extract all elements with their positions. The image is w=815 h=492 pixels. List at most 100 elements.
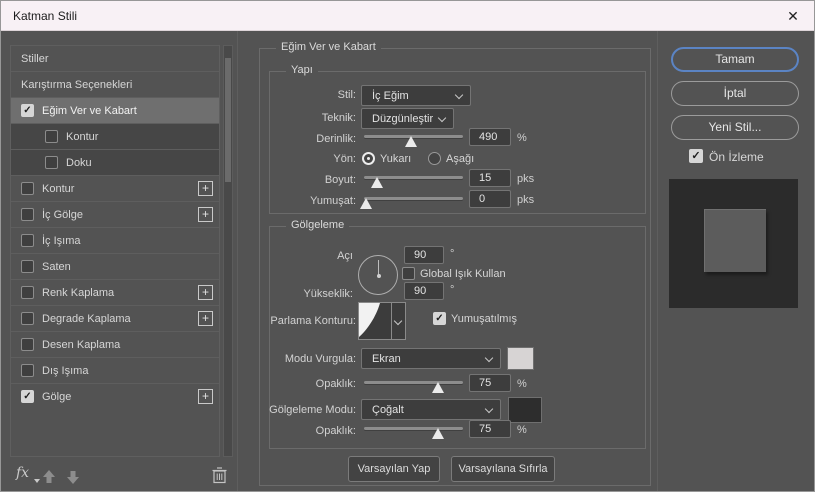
new-style-button[interactable]: Yeni Stil... [671,115,799,140]
global-light-checkbox[interactable] [402,267,415,280]
technique-label: Teknik: [256,112,356,124]
depth-label: Derinlik: [256,133,356,145]
highlight-opacity-field[interactable]: 75 [469,374,511,392]
groupbox-title: Gölgeleme [286,219,349,231]
close-icon[interactable]: ✕ [781,5,805,27]
highlight-opacity-slider[interactable] [364,377,463,395]
add-instance-button[interactable]: + [198,181,213,196]
style-list-item[interactable]: ✓ Gölge + [11,383,219,409]
style-enable-checkbox[interactable] [45,156,58,169]
style-list-item-label: Renk Kaplama [42,287,114,299]
angle-unit: ° [450,248,454,260]
depth-unit: % [517,132,527,144]
delete-style-icon[interactable] [211,466,228,484]
divider [237,31,238,491]
style-enable-checkbox[interactable] [45,130,58,143]
highlight-mode-label: Modu Vurgula: [256,353,356,365]
add-instance-button[interactable]: + [198,285,213,300]
style-preview-thumbnail [669,179,798,308]
dialog-title: Katman Stili [13,9,77,23]
size-slider[interactable] [364,172,463,190]
direction-down-radio[interactable] [428,152,441,165]
direction-up-radio[interactable] [362,152,375,165]
style-dropdown[interactable]: İç Eğim [361,85,471,106]
depth-slider[interactable] [364,131,463,149]
soften-value-field[interactable]: 0 [469,190,511,208]
style-enable-checkbox[interactable] [21,338,34,351]
size-value-field[interactable]: 15 [469,169,511,187]
style-enable-checkbox[interactable] [21,260,34,273]
style-list-item[interactable]: Kontur + [11,175,219,201]
style-list-item[interactable]: İç Işıma [11,227,219,253]
style-list-item[interactable]: İç Gölge + [11,201,219,227]
sidebar-scrollbar[interactable] [223,45,233,457]
add-instance-button[interactable]: + [198,207,213,222]
reset-default-button[interactable]: Varsayılana Sıfırla [451,456,555,482]
ok-button[interactable]: Tamam [671,47,799,72]
shadow-mode-label: Gölgeleme Modu: [256,404,356,416]
style-enable-checkbox[interactable] [21,182,34,195]
move-down-icon[interactable] [65,469,81,485]
scrollbar-thumb[interactable] [225,58,231,182]
slider-thumb[interactable] [360,198,372,209]
cancel-button[interactable]: İptal [671,81,799,106]
style-list-item-label: Eğim Ver ve Kabart [42,105,137,117]
style-list-item[interactable]: Degrade Kaplama + [11,305,219,331]
highlight-mode-dropdown[interactable]: Ekran [361,348,501,369]
titlebar[interactable]: Katman Stili [1,1,814,31]
shadow-mode-dropdown[interactable]: Çoğalt [361,399,501,420]
slider-thumb[interactable] [371,177,383,188]
shadow-opacity-slider[interactable] [364,423,463,441]
highlight-mode-value: Ekran [372,353,401,365]
depth-value-field[interactable]: 490 [469,128,511,146]
gloss-contour-picker[interactable] [358,302,406,340]
style-enable-checkbox[interactable] [21,208,34,221]
add-instance-button[interactable]: + [198,311,213,326]
chevron-down-icon [485,354,493,362]
style-list-item[interactable]: Doku [11,149,219,175]
style-list-item[interactable]: Desen Kaplama [11,331,219,357]
angle-label: Açı [253,250,353,262]
technique-dropdown[interactable]: Düzgünleştir [361,108,454,129]
soften-slider[interactable] [364,193,463,211]
angle-value-field[interactable]: 90 [404,246,444,264]
style-list-item-label: İç Gölge [42,209,83,221]
style-list-item[interactable]: Kontur [11,123,219,149]
style-enable-checkbox[interactable]: ✓ [21,104,34,117]
style-list-item[interactable]: Renk Kaplama + [11,279,219,305]
gloss-contour-label: Parlama Konturu: [256,315,356,327]
fx-caret-icon [34,479,40,483]
style-enable-checkbox[interactable] [21,312,34,325]
style-list-item[interactable]: Stiller [11,45,219,71]
slider-thumb[interactable] [432,382,444,393]
fx-menu-button[interactable]: fx [16,465,29,481]
antialiased-checkbox[interactable]: ✓ [433,312,446,325]
style-list-item[interactable]: Saten [11,253,219,279]
style-enable-checkbox[interactable] [21,286,34,299]
style-list-item[interactable]: Dış Işıma [11,357,219,383]
add-instance-button[interactable]: + [198,389,213,404]
altitude-value-field[interactable]: 90 [404,282,444,300]
style-enable-checkbox[interactable]: ✓ [21,390,34,403]
shadow-opacity-unit: % [517,424,527,436]
chevron-down-icon [438,114,446,122]
direction-down-label: Aşağı [446,153,474,165]
slider-thumb[interactable] [405,136,417,147]
shadow-opacity-field[interactable]: 75 [469,420,511,438]
style-list-item[interactable]: Karıştırma Seçenekleri [11,71,219,97]
groupbox-title: Yapı [286,64,318,76]
style-list-item-label: Saten [42,261,71,273]
style-enable-checkbox[interactable] [21,364,34,377]
shadow-color-swatch[interactable] [508,397,542,423]
style-list-item[interactable]: ✓ Eğim Ver ve Kabart [11,97,219,123]
move-up-icon[interactable] [41,469,57,485]
technique-dropdown-value: Düzgünleştir [372,113,433,125]
preview-checkbox[interactable]: ✓ [689,149,703,163]
style-list: Stiller Karıştırma Seçenekleri ✓ Eğim Ve… [10,45,220,457]
make-default-button[interactable]: Varsayılan Yap [348,456,440,482]
style-enable-checkbox[interactable] [21,234,34,247]
slider-thumb[interactable] [432,428,444,439]
angle-dial[interactable] [358,255,398,295]
highlight-color-swatch[interactable] [507,347,534,370]
angle-dial-pointer [378,260,379,275]
